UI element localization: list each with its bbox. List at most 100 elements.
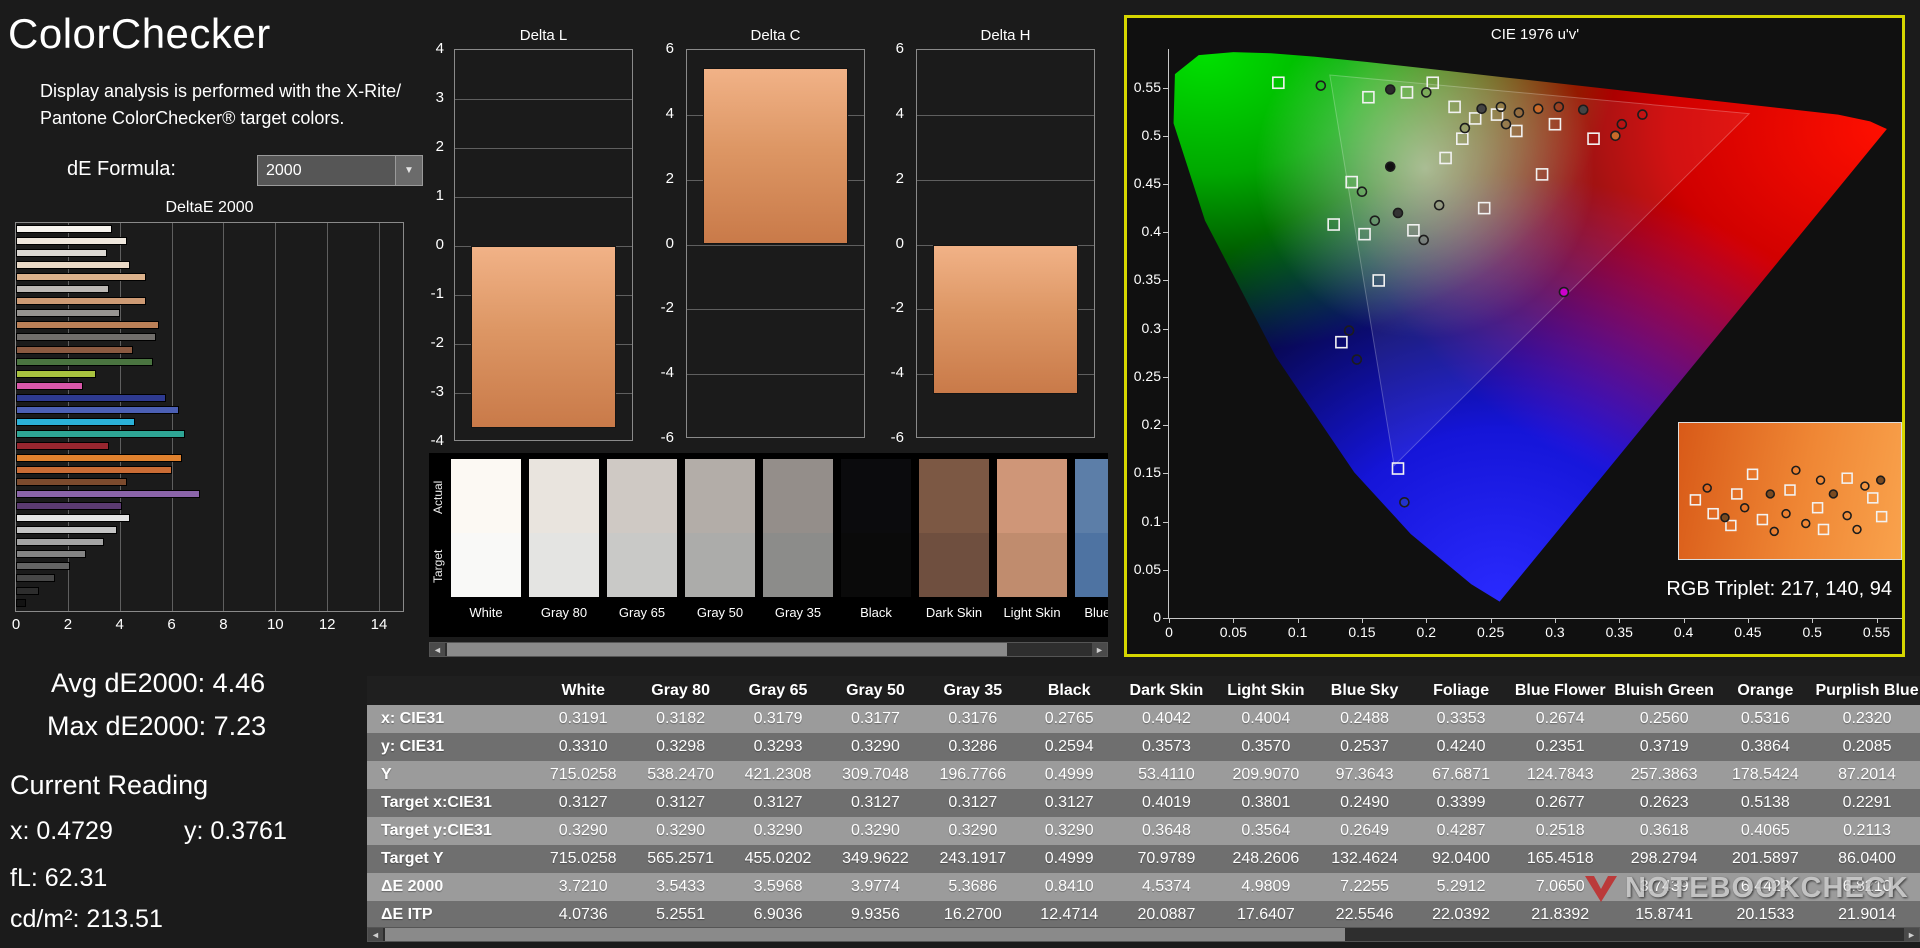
deltae-chart-title: DeltaE 2000 xyxy=(165,199,254,216)
measured-circle xyxy=(1852,524,1862,535)
measured-circle xyxy=(1384,84,1396,95)
inset-points-layer xyxy=(1689,465,1888,537)
deltae-bar xyxy=(16,574,55,583)
scroll-left-icon[interactable]: ◄ xyxy=(430,643,445,656)
axis-tick xyxy=(1812,618,1814,623)
scrollbar-track[interactable] xyxy=(383,928,1904,941)
table-cell: 22.5546 xyxy=(1335,906,1394,923)
swatch-target xyxy=(529,533,599,597)
table-cell: 87.2014 xyxy=(1838,766,1896,783)
deltae-bar xyxy=(16,538,105,547)
table-cell: 0.3127 xyxy=(558,794,608,811)
table-cell: 4.0736 xyxy=(558,906,608,923)
table-row-label: ΔE ITP xyxy=(381,906,433,923)
measured-circle xyxy=(1384,161,1396,172)
measured-circle xyxy=(1577,104,1589,116)
axis-tick-label: 0.4 xyxy=(1141,223,1161,240)
axis-tick xyxy=(1233,618,1235,623)
table-cell: 0.3290 xyxy=(850,822,900,839)
measured-circle xyxy=(1769,526,1779,537)
reading-cdm2: cd/m²: 213.51 xyxy=(10,905,163,933)
scrollbar-track[interactable] xyxy=(445,643,1092,656)
table-column-header: Light Skin xyxy=(1215,676,1316,705)
measured-circle xyxy=(1392,207,1404,219)
gridline xyxy=(687,309,864,311)
table-cell: 0.3353 xyxy=(1436,710,1486,727)
axis-tick-label: 0.3 xyxy=(1545,624,1565,640)
swatch-target xyxy=(451,533,521,597)
axis-tick-label: -4 xyxy=(660,364,674,382)
swatch-column: Gray 35 xyxy=(763,459,833,631)
swatch-target xyxy=(997,533,1067,597)
table-row: Target x:CIE31 0.3127 0.3127 0.3127 0.3127 0.… xyxy=(367,789,1920,817)
table-cell: 7.2255 xyxy=(1340,878,1390,895)
delta-l-chart xyxy=(454,49,633,441)
scroll-left-icon[interactable]: ◄ xyxy=(368,928,383,941)
table-cell: 0.3127 xyxy=(753,794,803,811)
table-cell: 715.0258 xyxy=(549,766,617,783)
axis-tick-label: 3 xyxy=(435,89,444,106)
table-cell: 0.2560 xyxy=(1639,710,1689,727)
table-scrollbar[interactable]: ◄ ► xyxy=(367,927,1920,942)
swatch-actual xyxy=(919,459,989,533)
table-cell: 0.2649 xyxy=(1340,822,1390,839)
axis-tick-label: 0.05 xyxy=(1219,624,1247,640)
table-cell: 421.2308 xyxy=(744,766,812,783)
axis-tick-label: 0.35 xyxy=(1605,624,1633,640)
axis-tick-label: 0.55 xyxy=(1133,78,1161,95)
axis-tick-label: 12 xyxy=(318,616,336,633)
deltae-bar xyxy=(16,381,84,390)
deltae-bar xyxy=(16,453,182,462)
gridline xyxy=(687,374,864,376)
gridline xyxy=(917,179,1094,181)
table-row: Target Y 715.0258 565.2571 455.0202 349.9622… xyxy=(367,845,1920,873)
measured-circle xyxy=(1558,286,1570,298)
axis-tick-label: -2 xyxy=(430,334,444,351)
axis-tick xyxy=(1297,618,1299,623)
delta-bar xyxy=(933,244,1078,395)
swatch-actual xyxy=(685,459,755,533)
cie-diagram-panel: CIE 1976 u'v' 0 0.05 0.1 0.15 0.2 0.25 0.3 0.35… xyxy=(1124,15,1905,657)
table-cell: 715.0258 xyxy=(549,850,617,867)
table-cell: 97.3643 xyxy=(1335,766,1394,783)
gridline xyxy=(455,99,632,100)
de-formula-dropdown[interactable]: 2000 ▼ xyxy=(257,155,423,186)
measured-circle xyxy=(1610,130,1621,142)
swatch-strip: Actual Target White Gray 80 Gray 65 Gray 50… xyxy=(429,453,1108,637)
axis-tick-label: 2 xyxy=(895,169,904,187)
table-cell: 0.3127 xyxy=(948,794,998,811)
table-row: y: CIE31 0.3310 0.3298 0.3293 0.3290 0.3286 0.… xyxy=(367,733,1920,761)
deltae-bar xyxy=(16,466,172,474)
axis-tick-label: 0 xyxy=(895,234,904,252)
swatch-label: Blue Sky xyxy=(1084,605,1108,620)
table-cell: 0.3564 xyxy=(1241,822,1291,839)
swatch-label: Dark Skin xyxy=(925,605,983,620)
description: Display analysis is performed with the X… xyxy=(40,78,401,132)
axis-tick xyxy=(1163,618,1168,619)
deltae-chart xyxy=(15,222,404,612)
table-cell: 0.2623 xyxy=(1639,794,1689,811)
table-cell: 0.4287 xyxy=(1436,822,1486,839)
scroll-right-icon[interactable]: ► xyxy=(1904,928,1919,941)
swatch-target xyxy=(685,533,755,597)
scrollbar-thumb[interactable] xyxy=(385,928,1345,941)
table-cell: 0.3127 xyxy=(850,794,900,811)
target-square xyxy=(1756,513,1769,526)
table-cell: 12.4714 xyxy=(1040,906,1099,923)
scrollbar-thumb[interactable] xyxy=(447,643,1007,656)
axis-tick xyxy=(1163,425,1168,427)
deltae-bar xyxy=(16,321,159,330)
axis-tick-label: 0.55 xyxy=(1862,624,1891,640)
table-cell: 3.7210 xyxy=(558,878,608,895)
axis-tick xyxy=(1163,328,1168,330)
target-square xyxy=(1867,492,1879,504)
swatch-scrollbar[interactable]: ◄ ► xyxy=(429,642,1108,657)
table-cell: 0.3719 xyxy=(1639,738,1689,755)
measured-circle xyxy=(1702,483,1712,493)
scroll-right-icon[interactable]: ► xyxy=(1092,643,1107,656)
table-cell: 0.2677 xyxy=(1535,794,1585,811)
measured-circle xyxy=(1875,475,1886,485)
reading-x: x: 0.4729 xyxy=(10,817,113,845)
deltae-bar xyxy=(16,598,27,607)
axis-tick xyxy=(1163,521,1168,523)
